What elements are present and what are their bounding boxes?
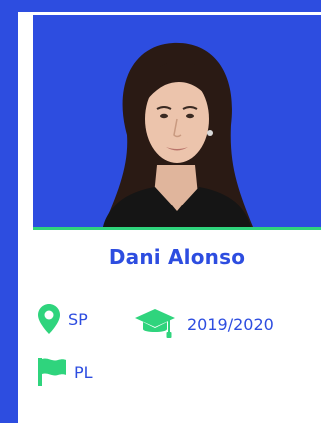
photo-divider [33,227,321,230]
years-label: 2019/2020 [187,314,274,334]
profile-name: Dani Alonso [108,245,246,269]
year-info: 2019/2020 [135,309,274,339]
party-info: PL [38,358,93,386]
graduation-cap-icon [135,309,175,339]
profile-card: Dani Alonso SP 2019/2020 PL [18,12,321,423]
portrait-image [33,15,321,227]
profile-photo [33,15,321,227]
flag-icon [38,358,66,386]
state-label: SP [68,309,88,329]
map-pin-icon [38,304,60,334]
state-info: SP [38,304,88,334]
party-label: PL [74,362,93,382]
